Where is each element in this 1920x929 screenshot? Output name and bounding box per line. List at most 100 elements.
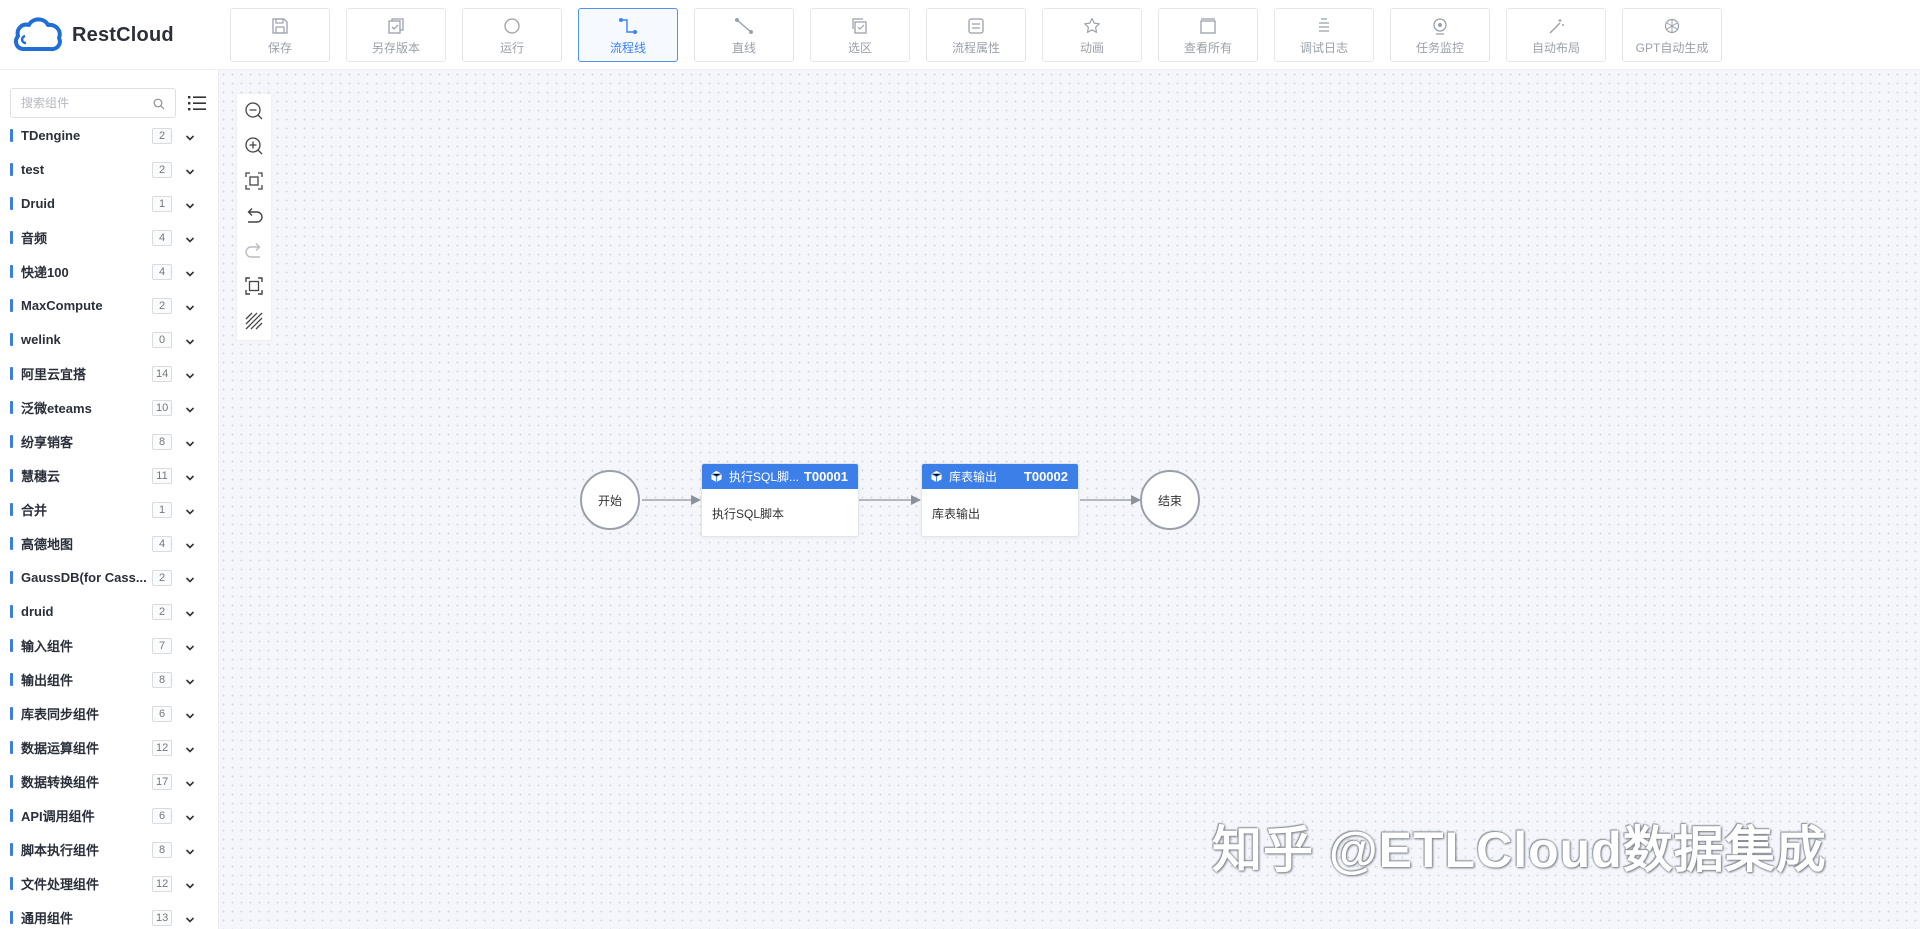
chevron-down-icon[interactable] [185,674,195,692]
category-name: test [21,161,45,177]
category-item[interactable]: 数据转换组件 17 [0,764,218,798]
zoom-in-icon[interactable] [243,135,265,157]
category-name: 阿里云宜搭 [21,366,87,382]
gpt-generate-button[interactable]: GPT自动生成 [1622,8,1722,62]
save-button[interactable]: 保存 [230,8,330,62]
save-version-button[interactable]: 另存版本 [346,8,446,62]
run-button[interactable]: 运行 [462,8,562,62]
undo-icon[interactable] [243,205,265,227]
category-name: druid [21,603,54,619]
task-node-sql[interactable]: 执行SQL脚... T00001 执行SQL脚本 [701,463,859,537]
save-icon [269,15,291,37]
list-view-icon[interactable] [186,92,208,114]
task-node-table-output[interactable]: 库表输出 T00002 库表输出 [921,463,1079,537]
category-item[interactable]: GaussDB(for Cass... 2 [0,560,218,594]
category-count: 12 [152,740,173,756]
start-node[interactable]: 开始 [580,470,640,530]
category-item[interactable]: 高德地图 4 [0,526,218,560]
chevron-down-icon[interactable] [185,708,195,726]
category-item[interactable]: Druid 1 [0,186,218,220]
category-item[interactable]: 文件处理组件 12 [0,866,218,900]
chevron-down-icon[interactable] [185,198,195,216]
flow-canvas[interactable]: 开始 执行SQL脚... T00001 执行SQL脚本 库表输出 T00002 … [219,70,1920,929]
chevron-down-icon[interactable] [185,368,195,386]
chevron-down-icon[interactable] [185,878,195,896]
end-node[interactable]: 结束 [1140,470,1200,530]
component-search-input[interactable] [21,96,141,110]
view-all-button[interactable]: 查看所有 [1158,8,1258,62]
category-item[interactable]: welink 0 [0,322,218,356]
category-item[interactable]: druid 2 [0,594,218,628]
fullscreen-icon[interactable] [243,275,265,297]
chevron-down-icon[interactable] [185,810,195,828]
task-node-id: T00002 [1023,469,1068,484]
category-item[interactable]: 慧穗云 11 [0,458,218,492]
auto-layout-button[interactable]: 自动布局 [1506,8,1606,62]
category-count: 4 [152,264,172,280]
flow-properties-button[interactable]: 流程属性 [926,8,1026,62]
run-icon [501,15,523,37]
chevron-down-icon[interactable] [185,606,195,624]
chevron-down-icon[interactable] [185,504,195,522]
category-name: 脚本执行组件 [21,842,100,858]
category-item[interactable]: 纷享销客 8 [0,424,218,458]
chevron-down-icon[interactable] [185,266,195,284]
component-search[interactable] [10,88,176,118]
chevron-down-icon[interactable] [185,402,195,420]
task-node-header: 库表输出 T00002 [922,464,1078,489]
category-name: 音频 [21,230,48,246]
category-item[interactable]: 通用组件 13 [0,900,218,929]
straight-line-button[interactable]: 直线 [694,8,794,62]
task-monitor-button[interactable]: 任务监控 [1390,8,1490,62]
category-item[interactable]: API调用组件 6 [0,798,218,832]
chevron-down-icon[interactable] [185,538,195,556]
category-item[interactable]: 音频 4 [0,220,218,254]
chevron-down-icon[interactable] [185,334,195,352]
category-item[interactable]: 输出组件 8 [0,662,218,696]
chevron-down-icon[interactable] [185,844,195,862]
category-name: 输出组件 [21,672,74,688]
app-logo[interactable]: RestCloud [12,12,212,58]
flow-line-button[interactable]: 流程线 [578,8,678,62]
search-icon[interactable] [153,97,165,115]
chevron-down-icon[interactable] [185,300,195,318]
category-item[interactable]: 脚本执行组件 8 [0,832,218,866]
category-item[interactable]: 库表同步组件 6 [0,696,218,730]
chevron-down-icon[interactable] [185,742,195,760]
grid-icon[interactable] [243,310,265,332]
debug-log-icon [1313,15,1335,37]
category-item[interactable]: 输入组件 7 [0,628,218,662]
flow-properties-button-label: 流程属性 [951,40,1000,55]
chevron-down-icon[interactable] [185,912,195,929]
auto-layout-icon [1545,15,1567,37]
chevron-down-icon[interactable] [185,436,195,454]
chevron-down-icon[interactable] [185,572,195,590]
category-item[interactable]: 数据运算组件 12 [0,730,218,764]
chevron-down-icon[interactable] [185,164,195,182]
animation-button[interactable]: 动画 [1042,8,1142,62]
chevron-down-icon[interactable] [185,130,195,148]
category-item[interactable]: MaxCompute 2 [0,288,218,322]
zoom-out-icon[interactable] [243,100,265,122]
category-item[interactable]: 阿里云宜搭 14 [0,356,218,390]
chevron-down-icon[interactable] [185,776,195,794]
chevron-down-icon[interactable] [185,640,195,658]
category-name: API调用组件 [21,808,95,824]
category-item[interactable]: TDengine 2 [0,118,218,152]
selection-button[interactable]: 选区 [810,8,910,62]
fit-view-icon[interactable] [243,170,265,192]
category-name: 输入组件 [21,638,74,654]
chevron-down-icon[interactable] [185,232,195,250]
category-marker [10,231,13,244]
redo-icon[interactable] [243,240,265,262]
selection-button-label: 选区 [847,40,872,55]
category-name: 快递100 [21,264,69,280]
category-item[interactable]: 泛微eteams 10 [0,390,218,424]
gpt-generate-button-label: GPT自动生成 [1635,40,1709,55]
debug-log-button[interactable]: 调试日志 [1274,8,1374,62]
chevron-down-icon[interactable] [185,470,195,488]
category-item[interactable]: 合并 1 [0,492,218,526]
category-item[interactable]: test 2 [0,152,218,186]
category-item[interactable]: 快递100 4 [0,254,218,288]
category-name: 库表同步组件 [21,706,100,722]
